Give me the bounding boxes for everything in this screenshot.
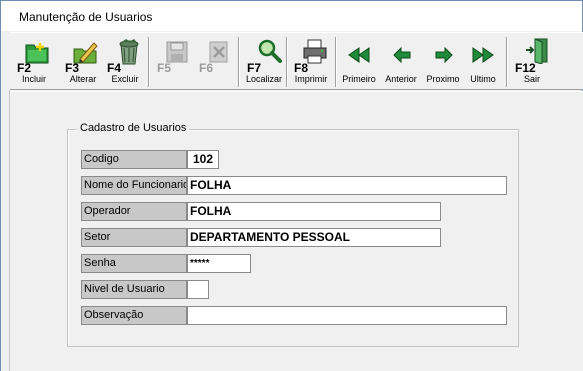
- setor-field[interactable]: DEPARTAMENTO PESSOAL: [187, 228, 441, 247]
- nome-funcionario-field[interactable]: FOLHA: [187, 176, 507, 195]
- ultimo-label: Ultimo: [470, 74, 496, 84]
- sair-label: Sair: [523, 74, 540, 84]
- anterior-button[interactable]: Anterior: [381, 35, 421, 89]
- main-window: Manutenção de Usuarios F2 Incluir F3 Alt…: [0, 0, 583, 371]
- nivel-usuario-field[interactable]: [187, 280, 209, 299]
- last-arrow-icon: [472, 47, 494, 63]
- codigo-field[interactable]: 102: [187, 150, 219, 169]
- incluir-button[interactable]: F2 Incluir: [14, 35, 54, 89]
- nome-funcionario-label: Nome do Funcionario: [81, 176, 187, 195]
- sair-key: F12: [515, 61, 536, 75]
- operador-label: Operador: [81, 202, 187, 221]
- alterar-label: Alterar: [69, 74, 97, 84]
- operador-field[interactable]: FOLHA: [187, 202, 441, 221]
- sair-button[interactable]: F12 Sair: [512, 35, 552, 89]
- observacao-label: Observação: [81, 306, 187, 325]
- codigo-label: Codigo: [81, 150, 187, 169]
- anterior-label: Anterior: [385, 74, 417, 84]
- localizar-key: F7: [247, 61, 262, 75]
- primeiro-label: Primeiro: [342, 74, 376, 84]
- groupbox-title: Cadastro de Usuarios: [77, 122, 190, 134]
- proximo-label: Proximo: [426, 74, 460, 84]
- incluir-label: Incluir: [21, 74, 46, 84]
- incluir-key: F2: [17, 61, 32, 75]
- proximo-button[interactable]: Proximo: [423, 35, 463, 89]
- salvar-button[interactable]: F5: [154, 35, 194, 89]
- next-arrow-icon: [435, 47, 453, 63]
- senha-field[interactable]: *****: [187, 254, 251, 273]
- observacao-field[interactable]: [187, 306, 507, 325]
- cancelar-button[interactable]: F6: [196, 35, 236, 89]
- toolbar-separator: [335, 37, 337, 87]
- primeiro-button[interactable]: Primeiro: [340, 35, 378, 89]
- first-arrow-icon: [348, 47, 370, 63]
- title-bar: Manutenção de Usuarios: [1, 1, 582, 31]
- nivel-usuario-label: Nivel de Usuario: [81, 280, 187, 299]
- excluir-key: F4: [107, 61, 122, 75]
- senha-label: Senha: [81, 254, 187, 273]
- previous-arrow-icon: [393, 47, 411, 63]
- toolbar-separator: [238, 37, 240, 87]
- alterar-key: F3: [65, 61, 80, 75]
- imprimir-label: Imprimir: [294, 74, 328, 84]
- cancelar-key: F6: [199, 61, 214, 75]
- excluir-button[interactable]: F4 Excluir: [105, 35, 145, 89]
- save-disk-icon: [166, 41, 188, 63]
- toolbar-separator: [148, 37, 150, 87]
- left-panel-strip: [1, 90, 10, 371]
- toolbar: F2 Incluir F3 Alterar F4 Excluir F5 F6 F…: [10, 32, 583, 90]
- alterar-button[interactable]: F3 Alterar: [63, 35, 103, 89]
- toolbar-separator: [506, 37, 508, 87]
- imprimir-button[interactable]: F8 Imprimir: [290, 35, 332, 89]
- excluir-label: Excluir: [111, 74, 139, 84]
- salvar-key: F5: [157, 61, 172, 75]
- localizar-label: Localizar: [245, 74, 283, 84]
- localizar-button[interactable]: F7 Localizar: [243, 35, 285, 89]
- toolbar-separator: [286, 37, 288, 87]
- window-title: Manutenção de Usuarios: [19, 10, 153, 24]
- setor-label: Setor: [81, 228, 187, 247]
- imprimir-key: F8: [294, 61, 309, 75]
- ultimo-button[interactable]: Ultimo: [465, 35, 501, 89]
